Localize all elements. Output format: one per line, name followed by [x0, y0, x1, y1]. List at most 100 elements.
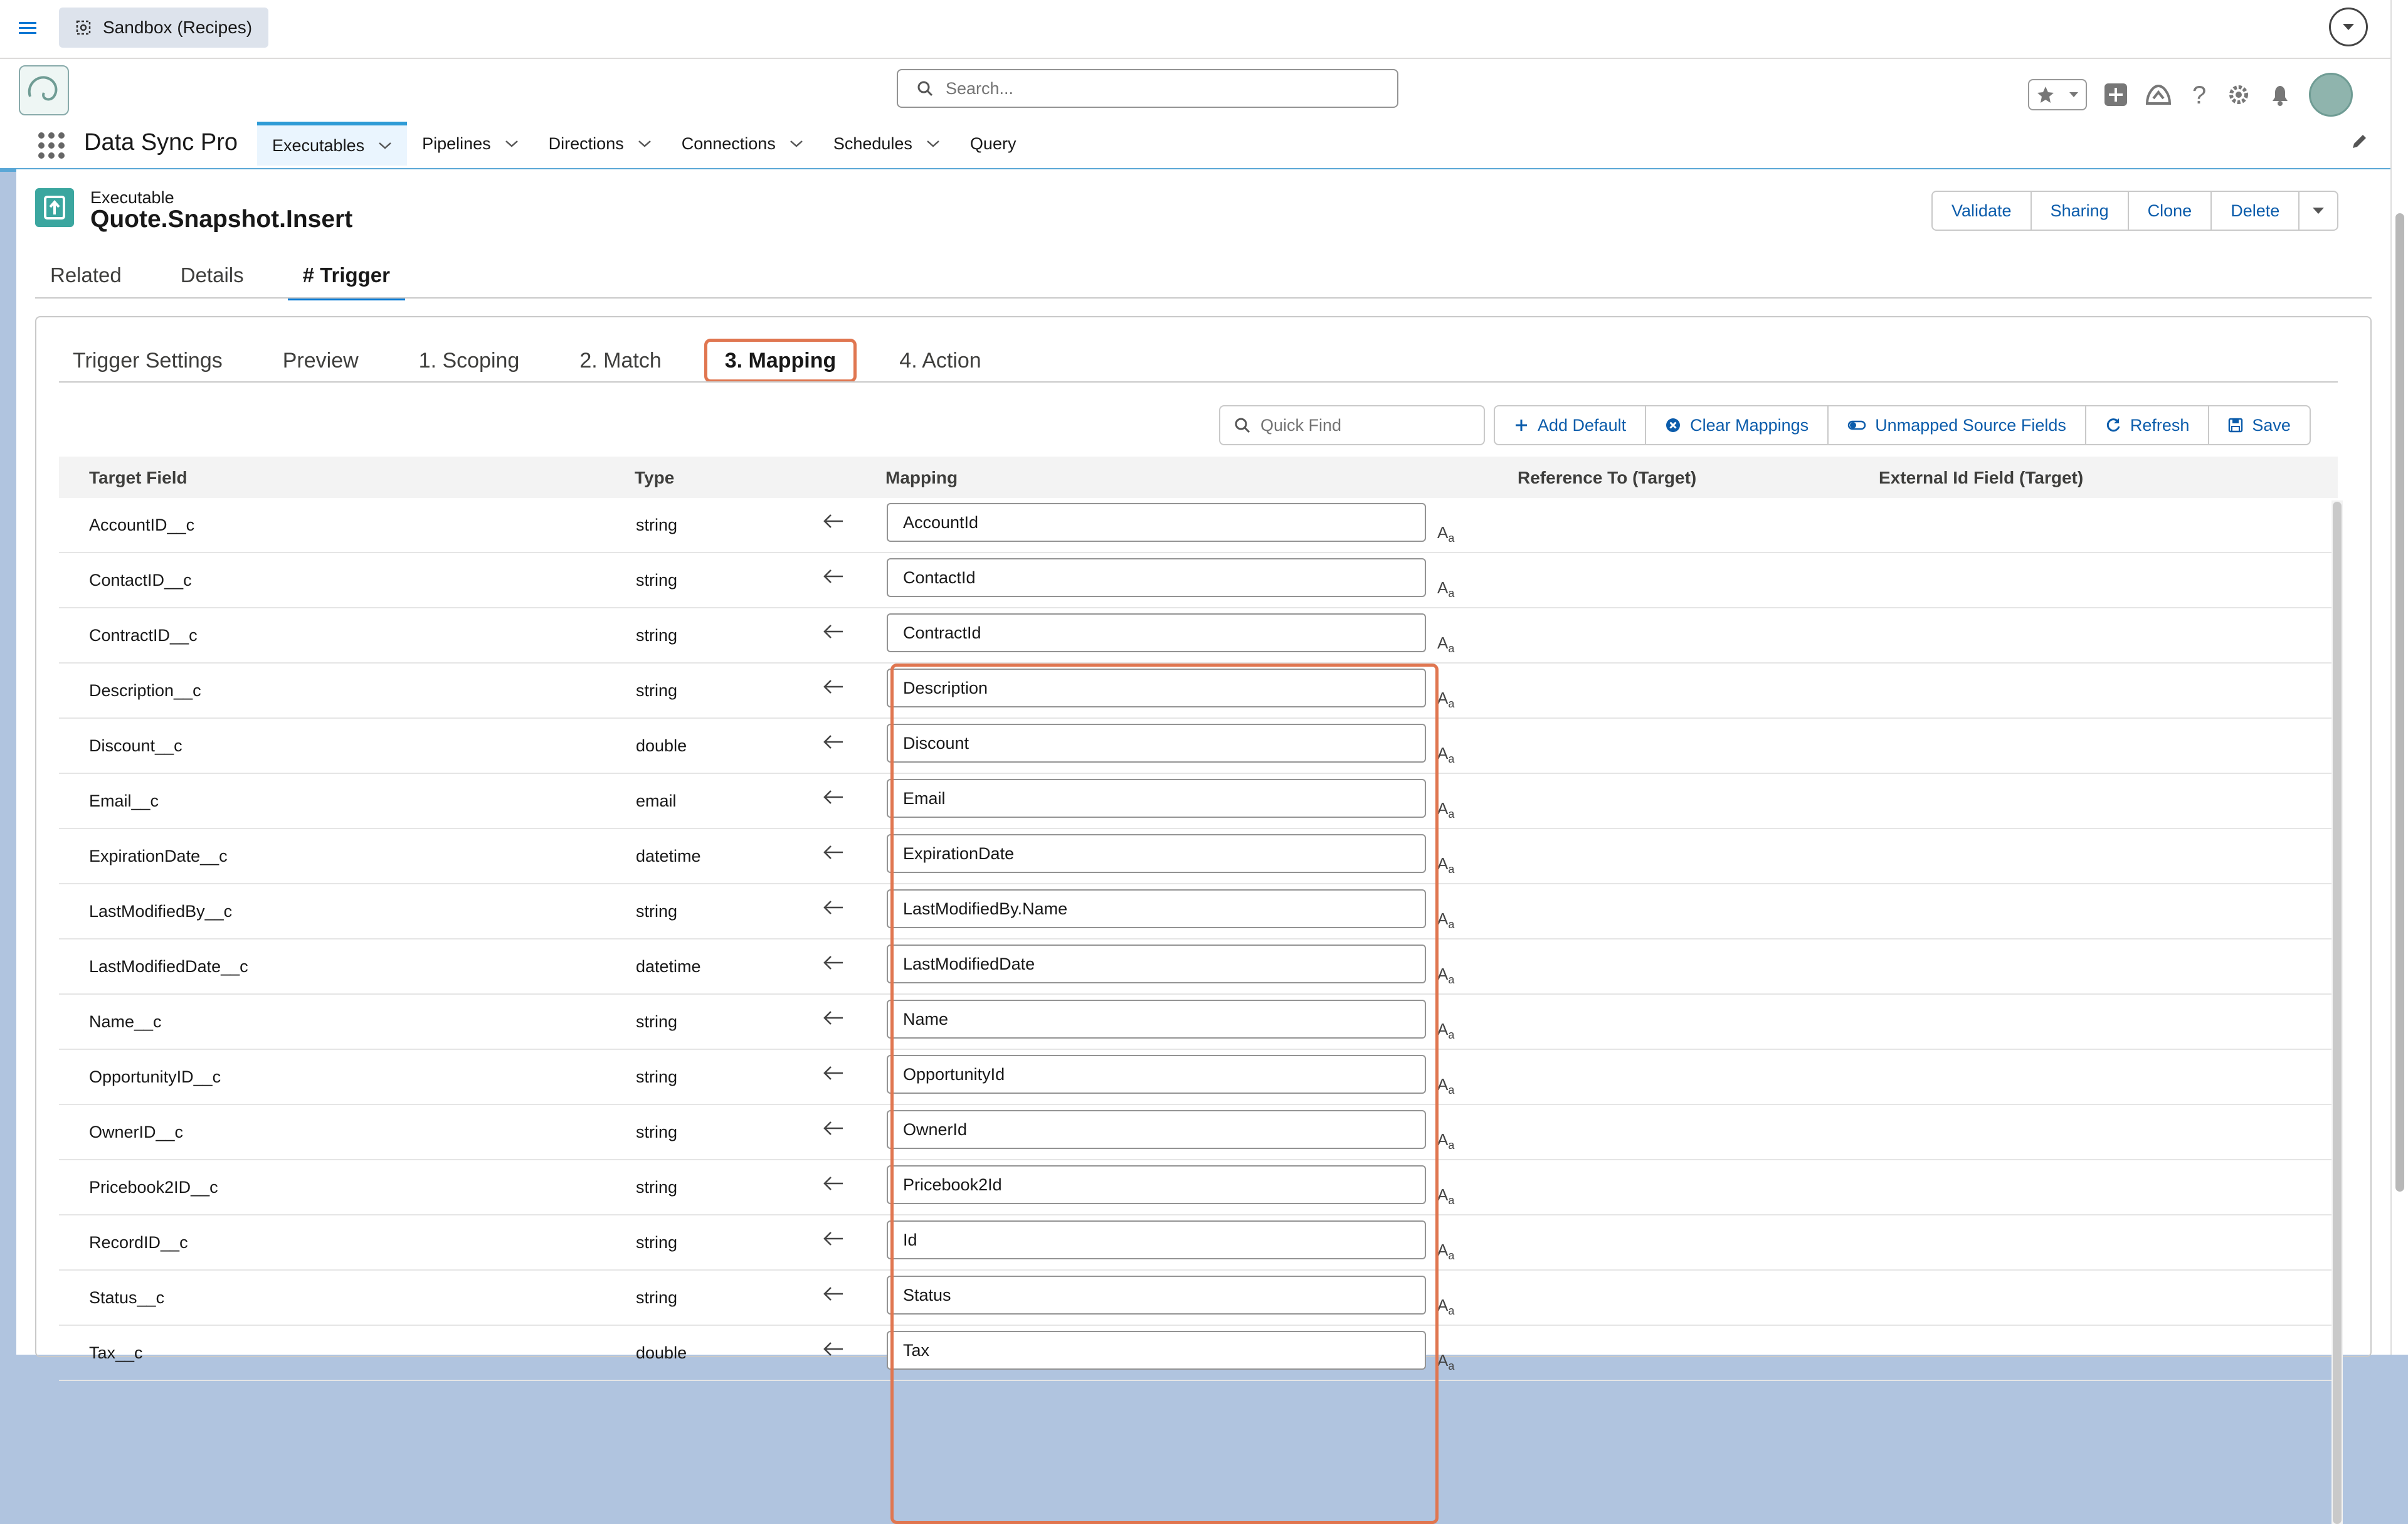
app-nav-tabs: Executables Pipelines Directions Connect…: [257, 122, 1031, 166]
mapping-field-input[interactable]: Name: [887, 1000, 1426, 1039]
delete-button[interactable]: Delete: [2210, 191, 2300, 231]
chevron-down-icon[interactable]: [789, 139, 803, 148]
type-cell: string: [636, 516, 678, 534]
page-scrollbar[interactable]: [2390, 0, 2408, 1355]
clear-mappings-button[interactable]: Clear Mappings: [1645, 405, 1829, 445]
table-row: Discount__c double Discount Aa: [59, 719, 2338, 774]
text-type-icon: Aa: [1437, 1296, 1455, 1318]
favorites-button[interactable]: [2028, 79, 2087, 110]
nav-tab-query[interactable]: Query: [955, 122, 1032, 166]
chevron-down-icon[interactable]: [378, 141, 392, 150]
app-launcher-icon[interactable]: [36, 130, 66, 161]
sandbox-indicator[interactable]: Sandbox (Recipes): [59, 8, 269, 48]
mapping-field-input[interactable]: OwnerId: [887, 1110, 1426, 1149]
mapping-field-input[interactable]: ExpirationDate: [887, 834, 1426, 873]
type-cell: datetime: [636, 847, 701, 865]
table-row: Tax__c double Tax Aa: [59, 1326, 2338, 1381]
nav-tab-schedules[interactable]: Schedules: [818, 122, 955, 166]
column-header-mapping[interactable]: Mapping: [885, 468, 958, 488]
user-avatar[interactable]: [2309, 73, 2353, 117]
column-header-external-id-field[interactable]: External Id Field (Target): [1879, 468, 2083, 488]
target-field-cell: Email__c: [89, 791, 159, 810]
mapping-field-input[interactable]: LastModifiedDate: [887, 945, 1426, 983]
column-header-type[interactable]: Type: [635, 468, 674, 488]
chevron-down-icon[interactable]: [638, 139, 652, 148]
table-row: Status__c string Status Aa: [59, 1271, 2338, 1326]
table-row: Pricebook2ID__c string Pricebook2Id Aa: [59, 1160, 2338, 1215]
gear-icon[interactable]: [2226, 82, 2251, 107]
chevron-down-icon[interactable]: [505, 139, 519, 148]
nav-tab-connections[interactable]: Connections: [667, 122, 818, 166]
validate-button[interactable]: Validate: [1931, 191, 2032, 231]
refresh-button[interactable]: Refresh: [2084, 405, 2210, 445]
mapping-field-input[interactable]: Id: [887, 1220, 1426, 1259]
account-dropdown-button[interactable]: [2329, 8, 2368, 46]
mapping-field-input[interactable]: ContractId: [887, 613, 1426, 652]
quick-find-input[interactable]: Quick Find: [1219, 405, 1485, 445]
column-header-target-field[interactable]: Target Field: [89, 468, 187, 488]
table-scrollbar-thumb[interactable]: [2333, 502, 2342, 1524]
mapping-field-input[interactable]: Status: [887, 1276, 1426, 1315]
mapping-field-input[interactable]: Email: [887, 779, 1426, 818]
bell-icon[interactable]: [2268, 82, 2293, 107]
type-cell: string: [636, 1288, 678, 1307]
nav-tab-directions[interactable]: Directions: [534, 122, 667, 166]
text-type-icon: Aa: [1437, 1075, 1455, 1097]
arrow-left-icon: [823, 569, 843, 583]
tab-details[interactable]: Details: [166, 263, 259, 300]
unmapped-source-fields-button[interactable]: Unmapped Source Fields: [1827, 405, 2086, 445]
page-scrollbar-thumb[interactable]: [2395, 213, 2404, 1192]
text-type-icon: Aa: [1437, 909, 1455, 931]
tab-related[interactable]: Related: [35, 263, 137, 300]
type-cell: double: [636, 736, 687, 755]
divider: [35, 297, 2372, 299]
subtab-preview[interactable]: Preview: [265, 339, 376, 383]
mapping-field-input[interactable]: AccountId: [887, 503, 1426, 542]
more-actions-button[interactable]: [2298, 191, 2339, 231]
mapping-field-input[interactable]: Pricebook2Id: [887, 1165, 1426, 1204]
mapping-value: ContractId: [903, 623, 981, 642]
mapping-toolbar: Add Default Clear Mappings Unmapped Sour…: [1494, 405, 2311, 445]
mapping-value: Discount: [903, 733, 969, 753]
target-field-cell: LastModifiedDate__c: [89, 957, 248, 976]
text-type-icon: Aa: [1437, 799, 1455, 821]
add-icon[interactable]: [2103, 82, 2128, 107]
save-icon: [2229, 418, 2243, 433]
subtab-match[interactable]: 2. Match: [562, 339, 679, 383]
text-type-icon: Aa: [1437, 1020, 1455, 1042]
mapping-field-input[interactable]: OpportunityId: [887, 1055, 1426, 1094]
save-button[interactable]: Save: [2208, 405, 2311, 445]
global-search-input[interactable]: Search...: [897, 69, 1398, 108]
mapping-field-input[interactable]: Discount: [887, 724, 1426, 763]
mapping-field-input[interactable]: Tax: [887, 1331, 1426, 1370]
menu-icon[interactable]: [18, 18, 39, 39]
target-field-cell: Description__c: [89, 681, 201, 700]
chevron-down-icon: [2343, 24, 2354, 30]
mapping-field-input[interactable]: Description: [887, 669, 1426, 707]
subtab-mapping[interactable]: 3. Mapping: [704, 339, 857, 383]
mapping-table-body: AccountID__c string AccountId Aa ContactID__…: [59, 498, 2338, 1381]
table-row: ContactID__c string ContactId Aa: [59, 553, 2338, 608]
mapping-field-input[interactable]: LastModifiedBy.Name: [887, 889, 1426, 928]
column-header-reference-to[interactable]: Reference To (Target): [1518, 468, 1696, 488]
nav-tab-pipelines[interactable]: Pipelines: [407, 122, 534, 166]
text-type-icon: Aa: [1437, 1351, 1455, 1373]
quick-find-placeholder: Quick Find: [1260, 415, 1342, 435]
mapping-value: LastModifiedBy.Name: [903, 899, 1068, 918]
subtab-trigger-settings[interactable]: Trigger Settings: [55, 339, 240, 383]
help-icon[interactable]: ?: [2189, 82, 2210, 107]
tab-trigger[interactable]: # Trigger: [287, 263, 406, 300]
trailhead-icon[interactable]: [2145, 82, 2172, 107]
clone-button[interactable]: Clone: [2127, 191, 2212, 231]
nav-tab-executables[interactable]: Executables: [257, 122, 408, 166]
arrow-left-icon: [823, 845, 843, 859]
sharing-button[interactable]: Sharing: [2030, 191, 2129, 231]
subtab-action[interactable]: 4. Action: [882, 339, 998, 383]
chevron-down-icon[interactable]: [926, 139, 940, 148]
add-default-button[interactable]: Add Default: [1494, 405, 1647, 445]
mapping-field-input[interactable]: ContactId: [887, 558, 1426, 597]
chevron-down-icon: [2313, 208, 2325, 214]
edit-nav-icon[interactable]: [2350, 132, 2369, 151]
text-type-icon: Aa: [1437, 633, 1455, 655]
subtab-scoping[interactable]: 1. Scoping: [401, 339, 537, 383]
